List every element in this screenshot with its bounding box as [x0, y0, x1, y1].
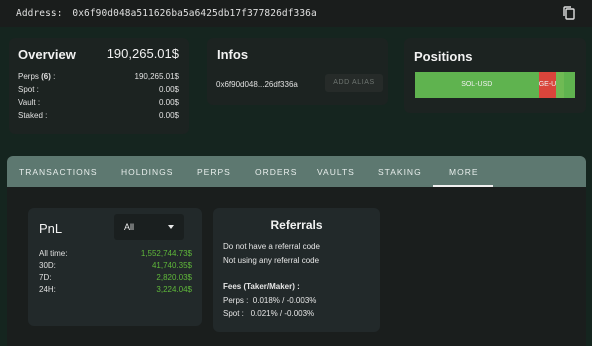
positions-title: Positions: [414, 49, 473, 64]
referrals-title: Referrals: [270, 218, 323, 232]
infos-title: Infos: [217, 47, 249, 62]
tab-vaults[interactable]: VAULTS: [317, 167, 355, 177]
caret-down-icon: [168, 225, 174, 229]
active-tab-indicator: [433, 185, 493, 187]
pnl-30d-value: 41,740.35$: [151, 261, 192, 270]
address-label: Address:: [16, 8, 63, 19]
spot-value: 0.00$: [158, 85, 179, 94]
perps-label-text: Perps: [18, 72, 39, 81]
staked-label: Staked :: [18, 111, 48, 120]
position-segment[interactable]: [556, 72, 564, 98]
position-segment[interactable]: SOL-USD: [415, 72, 539, 98]
referral-code-status: Do not have a referral code: [223, 242, 320, 251]
tab-perps[interactable]: PERPS: [197, 167, 231, 177]
pnl-alltime-label: All time:: [39, 249, 68, 258]
pnl-period-select[interactable]: All: [114, 214, 184, 240]
pnl-title: PnL: [39, 221, 63, 236]
tab-staking[interactable]: STAKING: [378, 167, 422, 177]
fees-perps: Perps : 0.018% / -0.003%: [223, 296, 317, 305]
tab-bar: TRANSACTIONS HOLDINGS PERPS ORDERS VAULT…: [7, 156, 586, 187]
overview-total: 190,265.01$: [106, 46, 179, 61]
staked-value: 0.00$: [158, 111, 179, 120]
pnl-7d-label: 7D:: [39, 273, 52, 282]
tab-transactions[interactable]: TRANSACTIONS: [19, 167, 98, 177]
copy-icon[interactable]: [561, 5, 577, 21]
referral-usage-status: Not using any referral code: [223, 256, 320, 265]
positions-card: Positions SOL-USD GE-U: [404, 38, 586, 113]
vault-label: Vault :: [18, 98, 41, 107]
perps-value: 190,265.01$: [134, 72, 180, 81]
infos-card: Infos 0x6f90d048...26df336a ADD ALIAS: [207, 38, 388, 105]
address-value: 0x6f90d048a511626ba5a6425db17f377826df33…: [72, 8, 317, 19]
spot-label: Spot :: [18, 85, 39, 94]
fees-title: Fees (Taker/Maker) :: [223, 282, 300, 291]
tab-orders[interactable]: ORDERS: [255, 167, 297, 177]
pnl-24h-label: 24H:: [39, 285, 56, 294]
pnl-period-value: All: [124, 222, 135, 232]
vault-value: 0.00$: [158, 98, 179, 107]
overview-card: Overview 190,265.01$ Perps (6) : 190,265…: [9, 38, 189, 134]
position-segment[interactable]: [563, 72, 575, 98]
position-segment[interactable]: GE-U: [538, 72, 557, 98]
pnl-card: PnL All All time: 1,552,744.73$ 30D: 41,…: [28, 208, 202, 326]
tab-more[interactable]: MORE: [449, 167, 479, 177]
add-alias-button[interactable]: ADD ALIAS: [325, 74, 383, 92]
pnl-alltime-value: 1,552,744.73$: [140, 249, 192, 258]
perps-label-suffix: :: [50, 72, 56, 81]
tabs-panel: TRANSACTIONS HOLDINGS PERPS ORDERS VAULT…: [7, 156, 586, 346]
overview-title: Overview: [18, 47, 76, 62]
address-bar: Address: 0x6f90d048a511626ba5a6425db17f3…: [0, 0, 592, 27]
perps-count: (6): [41, 72, 51, 81]
referrals-card: Referrals Do not have a referral code No…: [213, 208, 380, 332]
address-text: Address: 0x6f90d048a511626ba5a6425db17f3…: [16, 8, 317, 19]
perps-label: Perps (6) :: [18, 72, 55, 81]
fees-spot: Spot : 0.021% / -0.003%: [223, 309, 315, 318]
positions-bar: SOL-USD GE-U: [415, 72, 575, 98]
pnl-7d-value: 2,820.03$: [156, 273, 192, 282]
pnl-30d-label: 30D:: [39, 261, 56, 270]
tab-holdings[interactable]: HOLDINGS: [121, 167, 173, 177]
pnl-24h-value: 3,224.04$: [156, 285, 192, 294]
short-address: 0x6f90d048...26df336a: [216, 80, 298, 89]
